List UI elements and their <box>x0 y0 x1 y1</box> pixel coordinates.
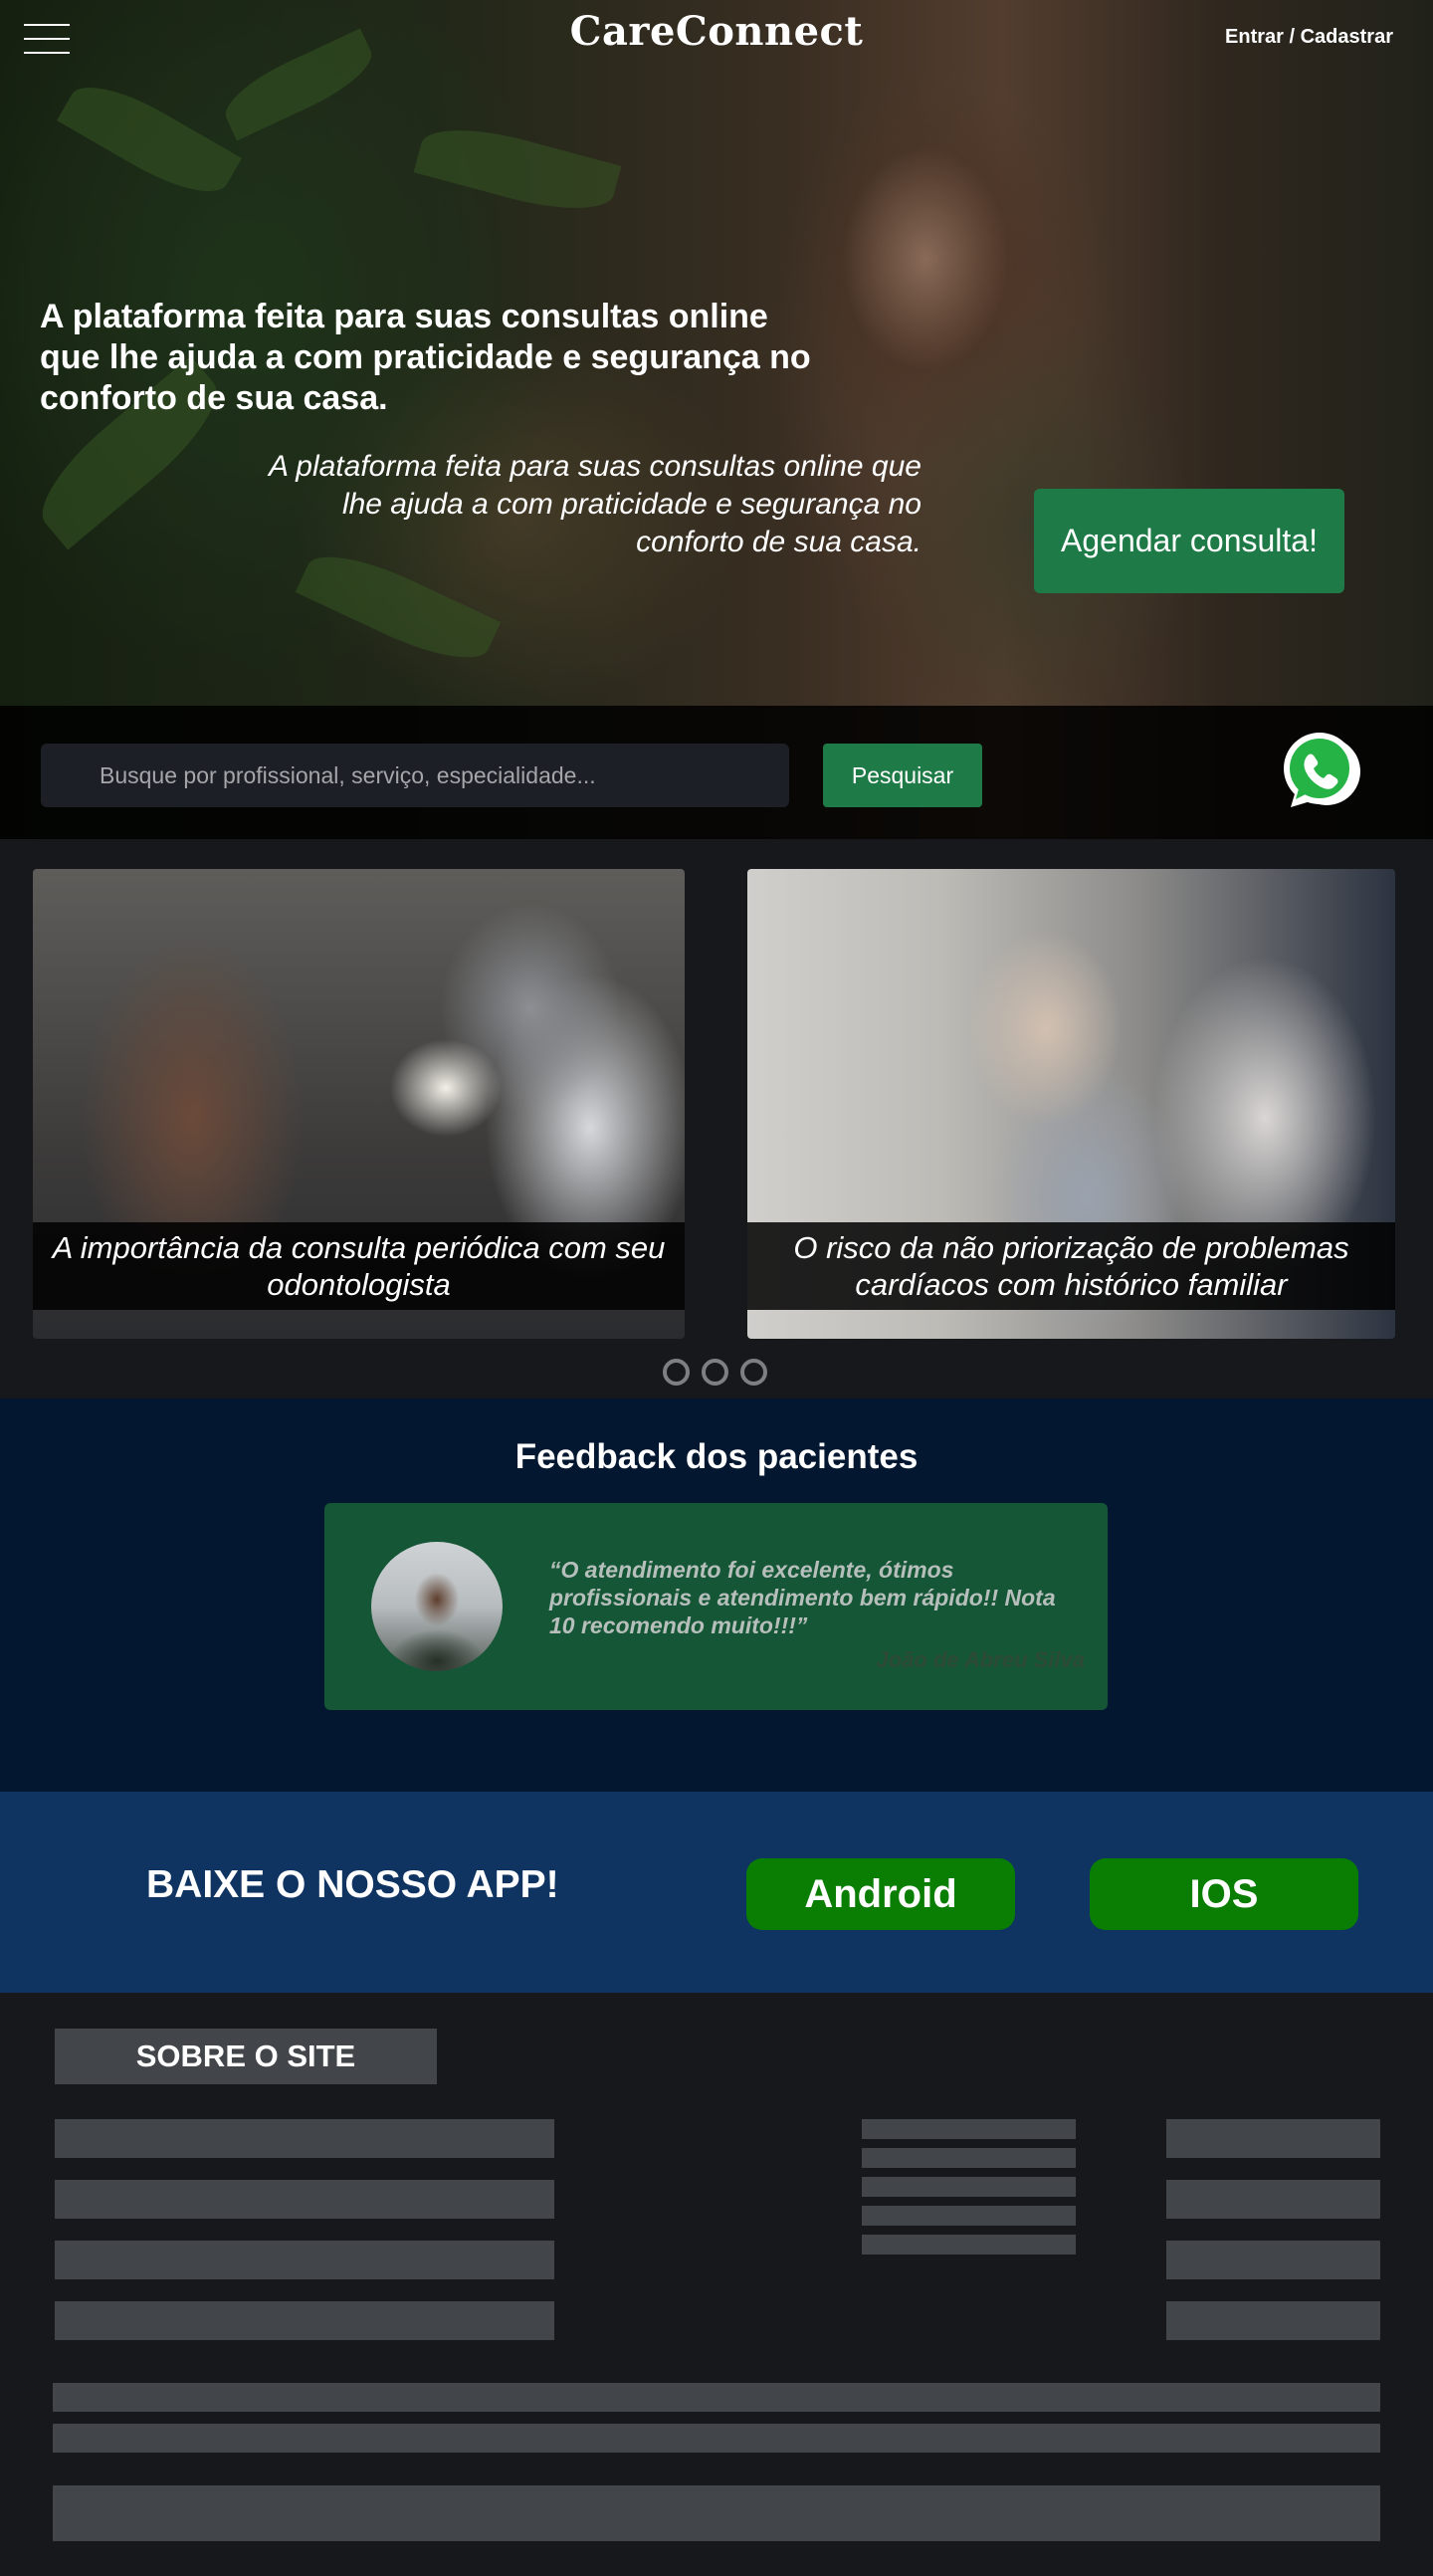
patient-avatar <box>371 1542 503 1671</box>
articles-section: A importância da consulta periódica com … <box>0 839 1433 1398</box>
android-button[interactable]: Android <box>746 1858 1015 1930</box>
article-caption: O risco da não priorização de problemas … <box>747 1222 1395 1310</box>
app-download-section: BAIXE O NOSSO APP! Android IOS <box>0 1792 1433 1993</box>
app-download-title: BAIXE O NOSSO APP! <box>146 1863 559 1906</box>
footer-link-placeholder[interactable] <box>862 2148 1076 2168</box>
footer: SOBRE O SITE <box>0 1993 1433 2576</box>
search-button[interactable]: Pesquisar <box>823 744 982 807</box>
article-card[interactable]: A importância da consulta periódica com … <box>33 869 685 1339</box>
footer-link-placeholder[interactable] <box>55 2119 554 2158</box>
feedback-title: Feedback dos pacientes <box>514 1437 919 1476</box>
site-logo[interactable]: CareConnect <box>0 8 1433 55</box>
footer-link-placeholder[interactable] <box>862 2206 1076 2226</box>
hero-subtitle: A plataforma feita para suas consultas o… <box>269 450 921 558</box>
ios-button[interactable]: IOS <box>1090 1858 1358 1930</box>
hero-section: CareConnect Entrar / Cadastrar A platafo… <box>0 0 1433 839</box>
whatsapp-icon[interactable] <box>1279 730 1360 811</box>
footer-link-placeholder[interactable] <box>862 2177 1076 2197</box>
carousel-dot[interactable] <box>702 1359 728 1386</box>
article-card[interactable]: O risco da não priorização de problemas … <box>747 869 1395 1339</box>
footer-link-placeholder[interactable] <box>1166 2301 1380 2340</box>
feedback-section: Feedback dos pacientes “O atendimento fo… <box>0 1398 1433 1792</box>
footer-link-placeholder[interactable] <box>862 2235 1076 2254</box>
footer-link-placeholder[interactable] <box>55 2180 554 2219</box>
feedback-card: “O atendimento foi excelente, ótimos pro… <box>324 1503 1108 1710</box>
carousel-dots <box>663 1359 767 1386</box>
footer-link-placeholder[interactable] <box>1166 2119 1380 2158</box>
carousel-dot[interactable] <box>740 1359 767 1386</box>
footer-copyright-placeholder <box>53 2485 1380 2541</box>
footer-link-placeholder[interactable] <box>55 2241 554 2279</box>
footer-text-placeholder <box>53 2383 1380 2412</box>
footer-link-placeholder[interactable] <box>862 2119 1076 2139</box>
hero-title: A plataforma feita para suas consultas o… <box>40 298 811 417</box>
feedback-quote: “O atendimento foi excelente, ótimos pro… <box>549 1557 1056 1638</box>
schedule-appointment-button[interactable]: Agendar consulta! <box>1034 489 1344 593</box>
footer-link-placeholder[interactable] <box>55 2301 554 2340</box>
footer-heading: SOBRE O SITE <box>55 2029 437 2084</box>
footer-text-placeholder <box>53 2424 1380 2453</box>
search-bar: Pesquisar <box>0 706 1433 839</box>
footer-link-placeholder[interactable] <box>1166 2180 1380 2219</box>
article-caption: A importância da consulta periódica com … <box>33 1222 685 1310</box>
search-input[interactable] <box>41 744 789 807</box>
footer-link-placeholder[interactable] <box>1166 2241 1380 2279</box>
feedback-author: João de Abreu Silva <box>876 1647 1085 1672</box>
login-signup-link[interactable]: Entrar / Cadastrar <box>1225 26 1393 49</box>
carousel-dot[interactable] <box>663 1359 690 1386</box>
